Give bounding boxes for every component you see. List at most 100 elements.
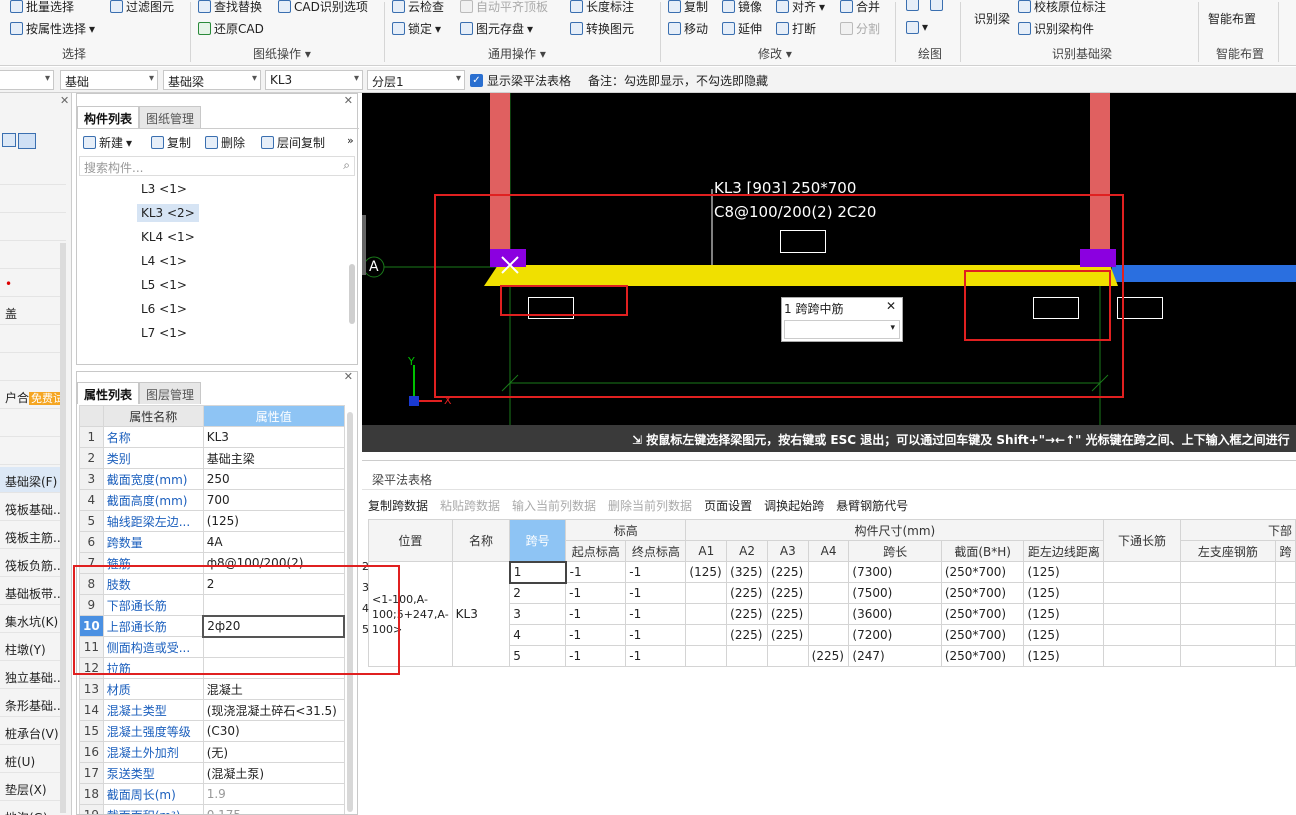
cell-a2[interactable]: (225) [726, 624, 768, 646]
cell-a1[interactable] [685, 603, 728, 625]
cell-span-partial[interactable] [1275, 624, 1296, 646]
property-row[interactable]: 16 混凝土外加剂 (无) [79, 741, 345, 763]
table-row[interactable]: <1-100,A-100;5+247,A-100> KL3 1 -1 -1 (125) (3… [368, 560, 1296, 667]
align-button[interactable]: 对齐 ▾ [776, 0, 825, 15]
cell-left-support[interactable] [1179, 603, 1277, 625]
property-row[interactable]: 4 截面高度(mm) 700 [79, 489, 345, 511]
cell-e[interactable]: -1 [625, 561, 687, 583]
cell-len[interactable]: (7300) [848, 561, 942, 583]
property-row[interactable]: 15 混凝土强度等级 (C30) [79, 720, 345, 742]
cell-sec[interactable]: (250*700) [940, 561, 1025, 583]
component-item[interactable]: L5 <1> [137, 276, 191, 294]
floor-dropdown[interactable] [0, 70, 54, 90]
property-row[interactable]: 2 类别 基础主梁 [79, 447, 345, 469]
lock-button[interactable]: 锁定 ▾ [392, 20, 441, 37]
nav-blank[interactable] [0, 187, 66, 213]
nav-item-partial[interactable]: 户合 免费试 [0, 383, 66, 409]
type-dropdown[interactable]: 基础梁 [163, 70, 261, 90]
nav-item-trench[interactable]: 地沟(G) [0, 803, 66, 815]
close-icon[interactable]: ✕ [344, 94, 353, 107]
property-value[interactable]: 1.9 [202, 783, 345, 805]
nav-item-raft-main-bar[interactable]: 筏板主筋... [0, 523, 66, 549]
swap-start-span-button[interactable]: 调换起始跨 [764, 497, 824, 514]
nav-blank[interactable] [0, 243, 66, 269]
cell-s[interactable]: -1 [565, 582, 627, 604]
convert-element-button[interactable]: 转换图元 [570, 20, 634, 37]
cell-e[interactable]: -1 [625, 624, 687, 646]
property-value[interactable]: 4A [202, 531, 345, 553]
cell-bottom-through[interactable] [1103, 582, 1181, 604]
component-item[interactable]: KL3 <2> [137, 204, 199, 222]
cell-a2[interactable]: (225) [726, 582, 768, 604]
nav-item-pier[interactable]: 柱墩(Y) [0, 635, 66, 661]
restore-cad-button[interactable]: 还原CAD [198, 20, 264, 37]
nav-item-isolated-footing[interactable]: 独立基础... [0, 663, 66, 689]
find-replace-button[interactable]: 查找替换 [198, 0, 262, 15]
cell-a2[interactable]: (325) [726, 561, 768, 583]
merge-button[interactable]: 合并 [840, 0, 880, 15]
cell-a4[interactable]: (225) [807, 645, 850, 667]
component-dropdown[interactable]: KL3 [265, 70, 363, 90]
cell-a1[interactable] [685, 624, 728, 646]
draw-arc-button[interactable]: ▾ [906, 20, 928, 34]
cell-span-partial[interactable] [1275, 603, 1296, 625]
cell-left-support[interactable] [1179, 561, 1277, 583]
copy-between-floors-button[interactable]: 层间复制 [261, 134, 325, 151]
cell-sec[interactable]: (250*700) [940, 603, 1025, 625]
panel-splitter[interactable] [362, 215, 366, 275]
cell-s[interactable]: -1 [565, 603, 627, 625]
category-dropdown[interactable]: 基础 [60, 70, 158, 90]
property-value[interactable]: (C30) [202, 720, 345, 742]
property-value[interactable]: 700 [202, 489, 345, 511]
new-button[interactable]: 新建 ▾ [83, 134, 132, 151]
nav-item-pile-cap[interactable]: 桩承台(V) [0, 719, 66, 745]
nav-blank[interactable] [0, 411, 66, 437]
cell-a2[interactable]: (225) [726, 603, 768, 625]
property-row[interactable]: 3 截面宽度(mm) 250 [79, 468, 345, 490]
nav-item-raft-foundation[interactable]: 筏板基础... [0, 495, 66, 521]
cell-a4[interactable] [807, 582, 850, 604]
filter-elements-button[interactable]: 过滤图元 [110, 0, 174, 15]
nav-blank[interactable]: • [0, 271, 66, 297]
view-toggle-icon[interactable] [2, 133, 16, 147]
cell-a1[interactable] [685, 582, 728, 604]
delete-column-data-button[interactable]: 删除当前列数据 [608, 497, 692, 514]
cell-span-partial[interactable] [1275, 582, 1296, 604]
cell-a1[interactable]: (125) [685, 561, 728, 583]
cell-e[interactable]: -1 [625, 582, 687, 604]
move-button[interactable]: 移动 [668, 20, 708, 37]
cell-a2[interactable] [726, 645, 768, 667]
paste-span-data-button[interactable]: 粘贴跨数据 [440, 497, 500, 514]
nav-item-foundation-beam[interactable]: 基础梁(F) [0, 467, 66, 493]
cell-dist[interactable]: (125) [1023, 645, 1105, 667]
cell-dist[interactable]: (125) [1023, 582, 1105, 604]
cell-a4[interactable] [807, 561, 850, 583]
verify-in-situ-button[interactable]: 校核原位标注 [1018, 0, 1106, 15]
property-value[interactable]: (混凝土泵) [202, 762, 345, 784]
name-cell[interactable]: KL3 [451, 561, 511, 667]
delete-button[interactable]: 删除 [205, 134, 245, 151]
show-table-checkbox[interactable]: ✓ 显示梁平法表格 [470, 72, 571, 89]
property-value[interactable]: 混凝土 [202, 678, 345, 700]
property-value[interactable]: 250 [202, 468, 345, 490]
property-row[interactable]: 17 泵送类型 (混凝土泵) [79, 762, 345, 784]
recognize-beam-comp-button[interactable]: 识别梁构件 [1018, 20, 1094, 37]
cell-e[interactable]: -1 [625, 645, 687, 667]
property-row[interactable]: 14 混凝土类型 (现浇混凝土碎石<31.5) [79, 699, 345, 721]
split-button[interactable]: 分割 [840, 20, 880, 37]
cell-bottom-through[interactable] [1103, 561, 1181, 583]
component-item[interactable]: L6 <1> [137, 300, 191, 318]
cell-dist[interactable]: (125) [1023, 624, 1105, 646]
cell-len[interactable]: (7200) [848, 624, 942, 646]
mirror-button[interactable]: 镜像 [722, 0, 762, 15]
cell-span-partial[interactable] [1275, 645, 1296, 667]
cell-dist[interactable]: (125) [1023, 561, 1105, 583]
recognize-beam-button[interactable]: 识别梁 [974, 10, 1010, 27]
cell-sec[interactable]: (250*700) [940, 582, 1025, 604]
batch-select-button[interactable]: 批量选择 [10, 0, 74, 15]
nav-item-cushion[interactable]: 垫层(X) [0, 775, 66, 801]
nav-blank[interactable] [0, 355, 66, 381]
tab-layer-management[interactable]: 图层管理 [139, 382, 202, 404]
cell-len[interactable]: (3600) [848, 603, 942, 625]
property-value[interactable]: KL3 [202, 426, 345, 448]
